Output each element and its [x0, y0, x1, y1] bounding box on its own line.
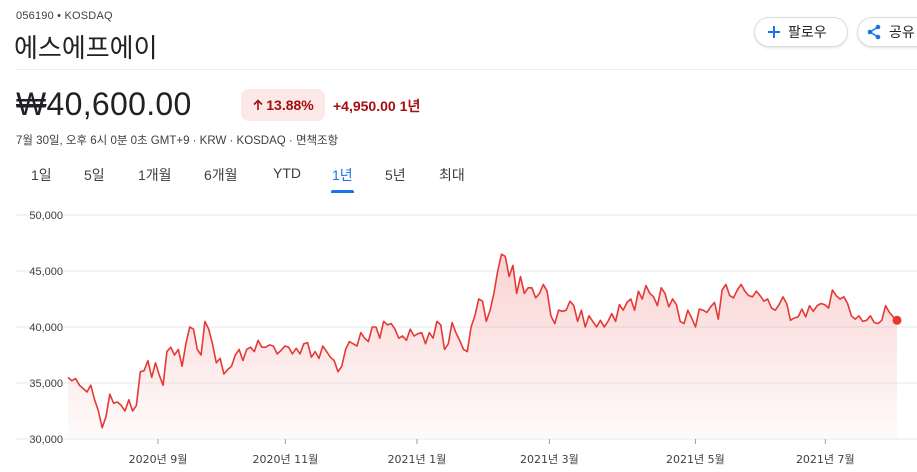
- tab-1y[interactable]: 1년: [331, 165, 354, 193]
- share-icon: [867, 24, 881, 40]
- tab-5d[interactable]: 5일: [84, 165, 105, 185]
- quote-meta: 7월 30일, 오후 6시 0분 0초 GMT+9 · KRW · KOSDAQ…: [16, 135, 339, 147]
- x-tick-label: 2021년 7월: [796, 453, 855, 466]
- share-label: 공유: [889, 24, 915, 40]
- price-value: 40,600.00: [46, 86, 192, 122]
- range-tabs: 1일 5일 1개월 6개월 YTD 1년 5년 최대: [0, 165, 500, 193]
- x-tick-label: 2020년 11월: [252, 453, 318, 466]
- plus-icon: [768, 26, 780, 38]
- follow-label: 팔로우: [788, 24, 827, 40]
- tab-max[interactable]: 최대: [439, 165, 465, 185]
- ticker-label: 056190 • KOSDAQ: [16, 10, 113, 22]
- current-price: ₩40,600.00: [16, 86, 192, 123]
- tab-6m[interactable]: 6개월: [204, 165, 238, 185]
- y-tick-label: 40,000: [29, 322, 63, 334]
- price-area: [68, 254, 897, 439]
- y-tick-label: 35,000: [29, 378, 63, 390]
- follow-button[interactable]: 팔로우: [754, 17, 848, 47]
- tab-ytd[interactable]: YTD: [273, 165, 301, 181]
- arrow-up-icon: [253, 99, 263, 110]
- percent-change: 13.88%: [266, 97, 314, 113]
- absolute-change: +4,950.00 1년: [333, 96, 420, 116]
- x-tick-label: 2021년 1월: [388, 453, 447, 466]
- change-period: 1년: [399, 98, 421, 114]
- percent-change-badge: 13.88%: [241, 89, 325, 121]
- currency-symbol: ₩: [16, 86, 47, 122]
- y-tick-label: 45,000: [29, 266, 63, 278]
- company-name: 에스에프에이: [14, 34, 158, 64]
- current-price-dot: [892, 315, 902, 325]
- y-tick-label: 30,000: [29, 434, 63, 446]
- absolute-change-value: +4,950.00: [333, 98, 396, 114]
- price-chart[interactable]: 50,000 45,000 40,000 35,000 30,000 2020년 9월 2…: [0, 200, 917, 472]
- tab-5y[interactable]: 5년: [385, 165, 406, 185]
- x-tick-label: 2020년 9월: [129, 453, 188, 466]
- y-tick-label: 50,000: [29, 210, 63, 222]
- share-button[interactable]: 공유: [857, 17, 917, 47]
- tab-1m[interactable]: 1개월: [138, 165, 172, 185]
- header-divider: [16, 69, 917, 70]
- x-tick-label: 2021년 5월: [666, 453, 725, 466]
- tab-1d[interactable]: 1일: [31, 165, 52, 185]
- x-tick-label: 2021년 3월: [520, 453, 579, 466]
